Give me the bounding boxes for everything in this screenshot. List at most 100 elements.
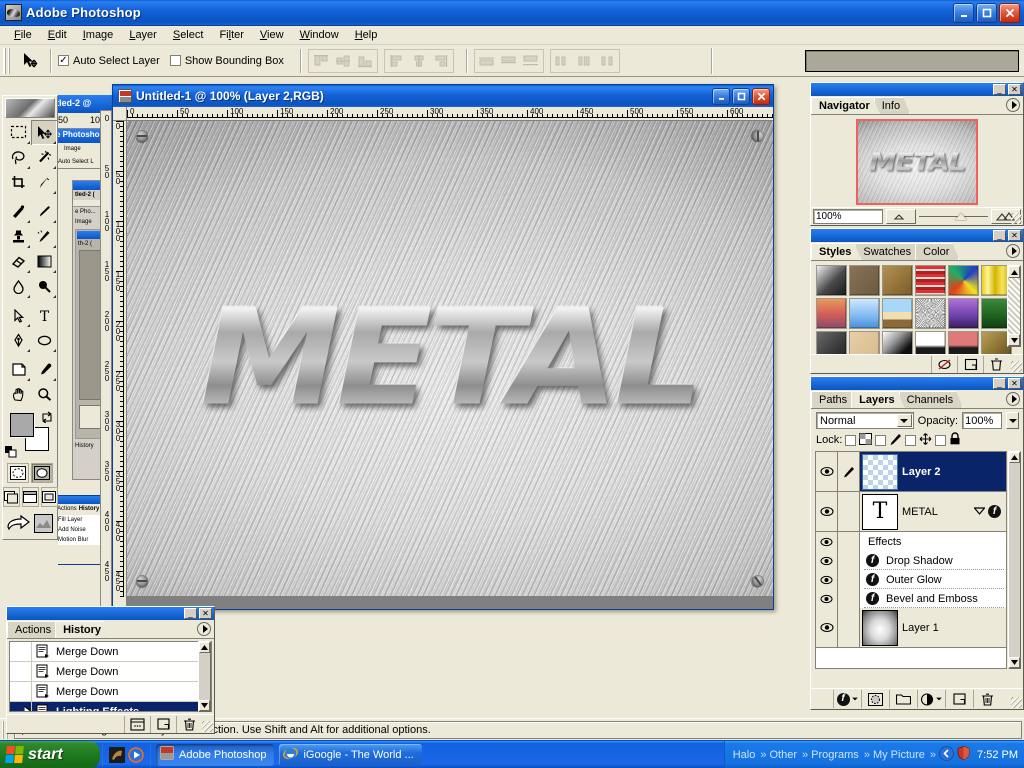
taskbar-item-photoshop[interactable]: Adobe Photoshop [156,744,274,766]
layer-thumbnail[interactable] [862,454,898,490]
tab-paths[interactable]: Paths [811,391,857,408]
auto-select-layer-checkbox[interactable]: ✓ [58,55,69,66]
style-swatch[interactable] [882,265,913,296]
default-colors-icon[interactable] [5,446,16,457]
document-title-bar[interactable]: Untitled-1 @ 100% (Layer 2,RGB) [113,85,773,107]
toolbox-header-banner[interactable] [5,98,55,118]
align-horizontal-centers-button[interactable] [408,51,430,71]
layer-thumbnail[interactable]: T [862,494,898,530]
history-state-list[interactable]: Merge Down Merge Down Merge Down [9,641,212,712]
options-bar-grip[interactable] [3,48,10,74]
crop-tool[interactable] [5,170,31,195]
auto-select-layer-option[interactable]: ✓ Auto Select Layer [58,55,160,67]
move-tool[interactable] [31,120,57,145]
menu-layer[interactable]: Layer [121,27,165,43]
list-item[interactable]: f Outer Glow [816,570,1006,589]
blur-tool[interactable] [5,274,31,299]
maximize-button[interactable] [976,3,997,23]
eyedropper-tool[interactable] [31,357,57,382]
path-selection-tool[interactable] [5,303,31,328]
style-swatch[interactable] [915,298,946,329]
layers-scrollbar[interactable] [1008,451,1021,669]
history-panel-title-bar[interactable]: _ ✕ [7,607,214,620]
menu-file[interactable]: File [6,27,40,43]
layer-link-toggle[interactable] [838,492,860,531]
align-left-edges-button[interactable] [386,51,408,71]
effect-name[interactable]: f Drop Shadow [860,551,1006,570]
hand-tool[interactable] [5,382,31,407]
blend-mode-dropdown-arrow[interactable] [897,414,912,427]
show-hidden-icons-icon[interactable] [939,746,954,764]
horizontal-ruler[interactable]: 0 50 100 150 200 250 300 350 400 450 500… [127,107,773,121]
navigator-zoom-slider[interactable] [919,209,988,224]
tray-link-programs[interactable]: Programs [811,749,859,761]
bevel-emboss-visibility-toggle[interactable] [816,589,838,608]
clone-stamp-tool[interactable] [5,224,31,249]
history-resize-grip[interactable] [202,721,213,732]
new-style-icon[interactable] [957,356,983,373]
type-tool[interactable]: T [31,303,57,328]
navigator-panel-title-bar[interactable]: _ ✕ [811,83,1023,96]
history-snapshot-source-column[interactable] [10,682,32,701]
distribute-horizontal-centers-button[interactable] [574,51,596,71]
tray-link-other[interactable]: Other [769,749,797,761]
start-button[interactable]: start [0,741,100,768]
align-bottom-edges-button[interactable] [354,51,376,71]
table-row[interactable]: T METAL f [816,492,1006,532]
notes-tool[interactable] [5,357,31,382]
history-minimize-button[interactable]: _ [184,608,197,619]
history-brush-tool[interactable] [31,224,57,249]
tab-history[interactable]: History [55,621,111,638]
outer-glow-visibility-toggle[interactable] [816,570,838,589]
styles-minimize-button[interactable]: _ [993,230,1006,241]
tab-styles[interactable]: Styles [811,243,861,260]
navigator-zoom-input[interactable]: 100% [813,209,883,224]
history-snapshot-source-column[interactable] [10,702,32,712]
lasso-tool[interactable] [5,145,31,170]
styles-scrollbar[interactable] [1007,265,1021,347]
navigator-minimize-button[interactable]: _ [993,84,1006,95]
list-item[interactable]: f Drop Shadow [816,551,1006,570]
align-right-edges-button[interactable] [430,51,452,71]
slice-tool[interactable] [31,170,57,195]
pen-tool[interactable] [5,328,31,353]
delete-layer-icon[interactable] [973,690,1001,708]
layers-list[interactable]: Layer 2 T METAL f [815,451,1007,669]
history-snapshot-source-column[interactable] [10,662,32,681]
layer-effects-group-header[interactable]: Effects [816,532,1006,551]
vertical-ruler[interactable]: 0 50 100 150 200 250 300 350 400 450 [113,121,127,609]
lock-all-checkbox[interactable] [935,435,946,446]
tab-channels[interactable]: Channels [899,391,963,408]
style-swatch[interactable] [816,265,847,296]
list-item[interactable]: Merge Down [10,682,211,702]
new-snapshot-icon[interactable] [150,716,176,733]
layer-name[interactable]: Layer 1 [902,608,939,647]
effect-name[interactable]: f Outer Glow [860,570,1006,589]
layers-palette-menu-button[interactable] [1006,392,1020,406]
security-shield-icon[interactable] [957,746,970,763]
menu-window[interactable]: Window [292,27,347,43]
close-button[interactable] [999,3,1020,23]
new-layer-icon[interactable] [945,690,973,708]
layers-scroll-down-button[interactable] [1009,657,1020,668]
layer-name[interactable]: METAL [902,492,974,531]
document-minimize-button[interactable] [712,88,730,105]
style-swatch[interactable] [849,298,880,329]
history-palette-menu-button[interactable] [197,622,211,636]
history-scroll-down-button[interactable] [199,700,210,711]
minimize-button[interactable] [953,3,974,23]
menu-filter[interactable]: Filter [211,27,251,43]
align-vertical-centers-button[interactable] [332,51,354,71]
swap-colors-icon[interactable] [41,411,53,425]
layers-panel-title-bar[interactable]: _ ✕ [811,377,1023,390]
layer-visibility-toggle[interactable] [816,492,838,531]
palette-well[interactable] [805,50,1019,72]
taskbar-clock[interactable]: 7:52 PM [977,749,1018,761]
align-top-edges-button[interactable] [310,51,332,71]
show-bounding-box-checkbox[interactable] [170,55,181,66]
clear-style-icon[interactable] [931,356,957,373]
full-screen-with-menubar-icon[interactable] [22,487,39,507]
tab-color[interactable]: Color [915,243,959,260]
marquee-tool[interactable] [5,120,31,145]
drop-shadow-visibility-toggle[interactable] [816,551,838,570]
